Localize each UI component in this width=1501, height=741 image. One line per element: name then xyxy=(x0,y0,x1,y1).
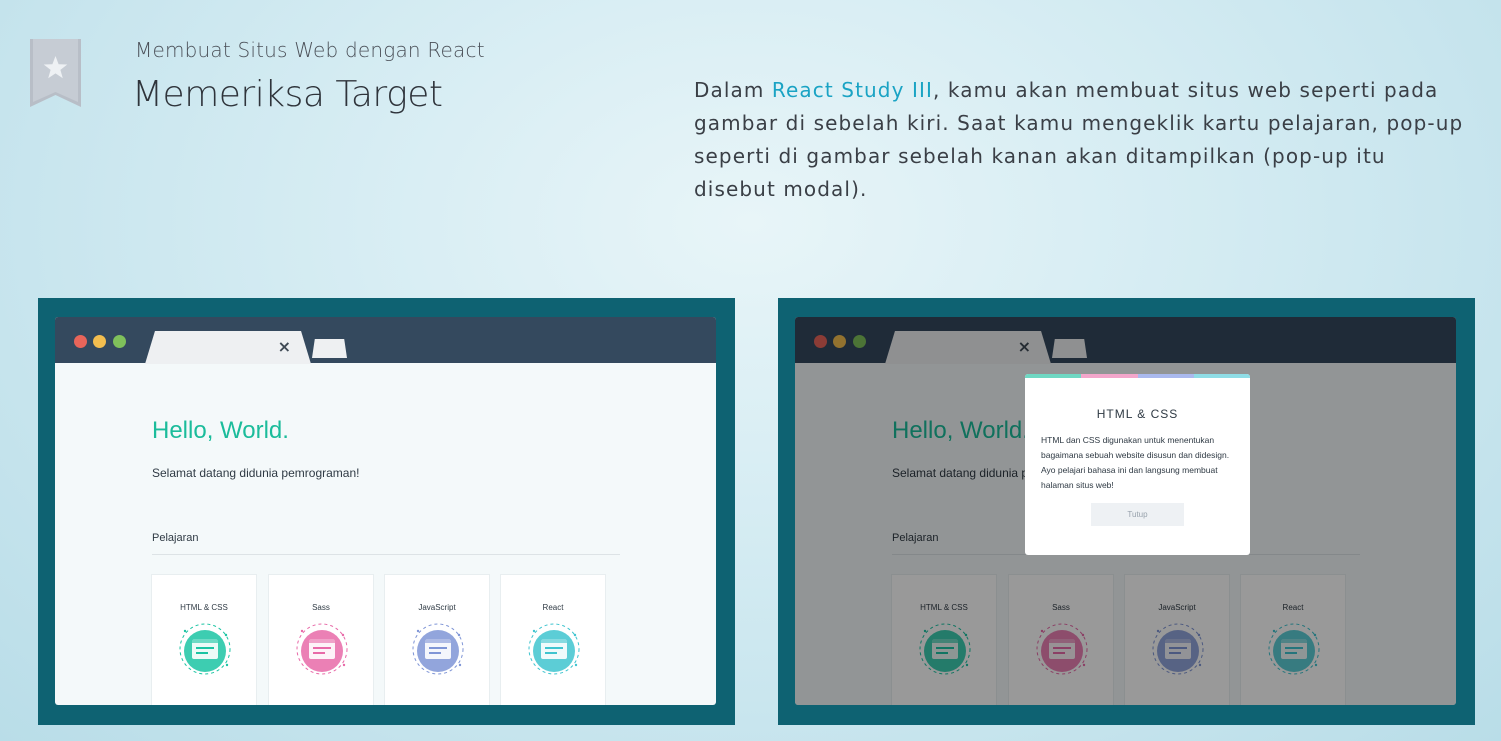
browser-window-modal: × Hello, World. Selamat datang didunia p… xyxy=(795,317,1456,705)
new-tab-button xyxy=(312,339,347,358)
lessons-label: Pelajaran xyxy=(152,532,199,544)
page-title: Memeriksa Target xyxy=(132,74,443,115)
course-title: Membuat Situs Web dengan React xyxy=(135,38,485,62)
divider xyxy=(152,554,620,555)
tab-close-icon: × xyxy=(277,337,291,356)
maximize-window-dot xyxy=(113,335,126,348)
modal-bar-segment xyxy=(1025,374,1082,378)
lesson-modal: HTML & CSS HTML dan CSS digunakan untuk … xyxy=(1025,374,1250,555)
description-prefix: Dalam xyxy=(694,78,772,102)
react-study-link[interactable]: React Study III xyxy=(772,78,933,102)
modal-body: HTML dan CSS digunakan untuk menentukan … xyxy=(1041,435,1230,490)
lesson-card-title: JavaScript xyxy=(418,603,456,612)
browser-titlebar: × xyxy=(55,317,716,364)
hello-heading: Hello, World. xyxy=(152,417,289,444)
lesson-card-title: React xyxy=(542,603,564,612)
lesson-card[interactable]: Sass xyxy=(268,574,374,705)
lesson-card[interactable]: React xyxy=(500,574,606,705)
browser-window: × Hello, World. Selamat datang didunia p… xyxy=(55,317,716,705)
modal-bar-segment xyxy=(1137,374,1194,378)
html-css-icon xyxy=(177,621,233,677)
welcome-text: Selamat datang didunia pemrograman! xyxy=(152,466,360,480)
lesson-card-title: HTML & CSS xyxy=(180,603,228,612)
lesson-card[interactable]: HTML & CSS xyxy=(151,574,257,705)
close-window-dot xyxy=(74,335,87,348)
modal-bar-segment xyxy=(1193,374,1250,378)
react-icon xyxy=(526,621,582,677)
modal-title: HTML & CSS xyxy=(1096,407,1179,421)
lesson-card[interactable]: JavaScript xyxy=(384,574,490,705)
screenshot-frame-left: × Hello, World. Selamat datang didunia p… xyxy=(38,298,735,725)
sass-icon xyxy=(294,621,350,677)
lesson-card-title: Sass xyxy=(312,603,330,612)
modal-bar-segment xyxy=(1081,374,1138,378)
modal-close-button[interactable]: Tutup xyxy=(1091,503,1184,526)
minimize-window-dot xyxy=(93,335,106,348)
star-bookmark-icon[interactable] xyxy=(30,39,81,107)
screenshot-frame-right: × Hello, World. Selamat datang didunia p… xyxy=(778,298,1475,725)
description-text: Dalam React Study III, kamu akan membuat… xyxy=(694,74,1464,206)
site-content: Hello, World. Selamat datang didunia pem… xyxy=(55,363,716,705)
browser-tab: × xyxy=(145,331,311,364)
javascript-icon xyxy=(410,621,466,677)
